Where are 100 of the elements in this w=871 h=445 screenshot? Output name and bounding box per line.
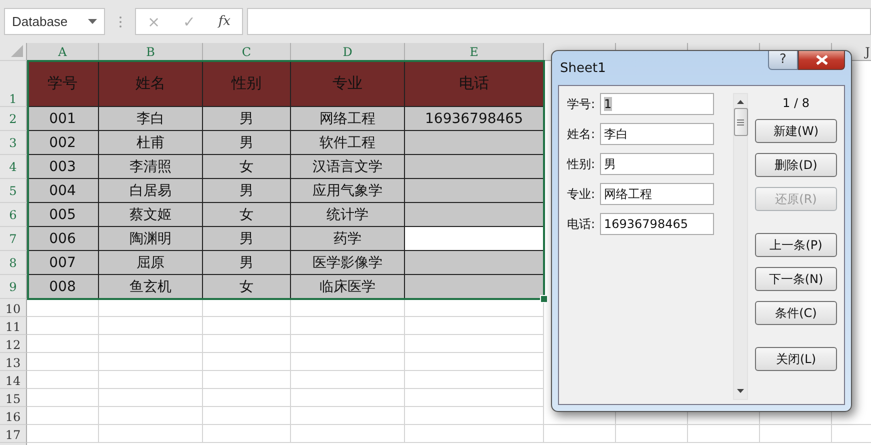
table-cell: 006: [27, 227, 99, 251]
row-header[interactable]: 17: [0, 425, 27, 443]
select-all-icon[interactable]: [11, 45, 23, 57]
row-header[interactable]: 1: [0, 61, 27, 107]
row-header[interactable]: 3: [0, 131, 27, 155]
column-header[interactable]: A: [27, 43, 99, 61]
column-header[interactable]: B: [99, 43, 203, 61]
input-field[interactable]: 16936798465: [600, 213, 714, 235]
row-header[interactable]: 14: [0, 371, 27, 389]
column-header[interactable]: C: [203, 43, 291, 61]
row-header[interactable]: 10: [0, 299, 27, 317]
field-label: 专业:: [567, 186, 596, 202]
grid-cell[interactable]: [27, 371, 99, 389]
close-icon: [816, 55, 828, 65]
grid-cell[interactable]: [99, 317, 203, 335]
grid-cell[interactable]: [27, 389, 99, 407]
table-cell: 统计学: [291, 203, 405, 227]
grid-cell[interactable]: [27, 353, 99, 371]
grid-cell[interactable]: [99, 425, 203, 443]
table-cell: 004: [27, 179, 99, 203]
dialog-button[interactable]: 删除(D): [755, 153, 837, 177]
grid-cell[interactable]: [291, 371, 405, 389]
table-cell: 男: [203, 179, 291, 203]
grid-cell[interactable]: [27, 335, 99, 353]
row-header[interactable]: 5: [0, 179, 27, 203]
grid-cell[interactable]: [405, 371, 544, 389]
input-field[interactable]: 网络工程: [600, 183, 714, 205]
input-field[interactable]: 李白: [600, 123, 714, 145]
input-field[interactable]: 1: [600, 93, 714, 115]
row-header[interactable]: 7: [0, 227, 27, 251]
table-cell: 007: [27, 251, 99, 275]
column-header[interactable]: D: [291, 43, 405, 61]
grid-cell[interactable]: [291, 425, 405, 443]
grid-cell[interactable]: [203, 389, 291, 407]
table-cell: 软件工程: [291, 131, 405, 155]
header-cell: 电话: [405, 61, 544, 107]
row-header[interactable]: 16: [0, 407, 27, 425]
grid-cell[interactable]: [203, 371, 291, 389]
input-field[interactable]: 男: [600, 153, 714, 175]
dialog-button[interactable]: 上一条(P): [755, 233, 837, 257]
grid-cell[interactable]: [760, 425, 832, 443]
grid-cell[interactable]: [688, 425, 760, 443]
grid-cell[interactable]: [27, 299, 99, 317]
grid-cell[interactable]: [291, 335, 405, 353]
scroll-thumb[interactable]: [734, 108, 748, 136]
row-header[interactable]: 2: [0, 107, 27, 131]
dialog-button[interactable]: 关闭(L): [755, 347, 837, 371]
grid-cell[interactable]: [27, 317, 99, 335]
grid-cell[interactable]: [203, 407, 291, 425]
dialog-button[interactable]: 条件(C): [755, 301, 837, 325]
grid-cell[interactable]: [203, 317, 291, 335]
grid-cell[interactable]: [99, 353, 203, 371]
row-header[interactable]: 4: [0, 155, 27, 179]
row-header[interactable]: 8: [0, 251, 27, 275]
scroll-down-icon: [737, 389, 744, 393]
grid-cell[interactable]: [203, 335, 291, 353]
insert-function-button[interactable]: fx: [218, 14, 231, 29]
formula-field[interactable]: [247, 8, 871, 35]
grid-cell[interactable]: [405, 389, 544, 407]
table-cell: 男: [203, 107, 291, 131]
grid-cell[interactable]: [99, 389, 203, 407]
grid-cell[interactable]: [27, 407, 99, 425]
grid-cell[interactable]: [405, 425, 544, 443]
grid-cell[interactable]: [405, 317, 544, 335]
column-header[interactable]: E: [405, 43, 544, 61]
grid-cell[interactable]: [291, 353, 405, 371]
grid-cell[interactable]: [291, 407, 405, 425]
grid-cell[interactable]: [291, 389, 405, 407]
close-button[interactable]: [798, 51, 845, 70]
grid-cell[interactable]: [291, 317, 405, 335]
row-header[interactable]: 9: [0, 275, 27, 299]
table-cell: 鱼玄机: [99, 275, 203, 299]
grid-cell[interactable]: [405, 335, 544, 353]
grid-cell[interactable]: [405, 407, 544, 425]
table-cell: 白居易: [99, 179, 203, 203]
grid-cell[interactable]: [405, 353, 544, 371]
table-cell: 女: [203, 155, 291, 179]
grid-cell[interactable]: [544, 425, 616, 443]
help-button[interactable]: ?: [768, 51, 798, 70]
scrollbar[interactable]: [733, 93, 748, 400]
row-header[interactable]: 6: [0, 203, 27, 227]
name-box[interactable]: Database: [4, 8, 105, 35]
dialog-button[interactable]: 新建(W): [755, 119, 837, 143]
grid-cell[interactable]: [616, 425, 688, 443]
row-header[interactable]: 12: [0, 335, 27, 353]
row-header[interactable]: 11: [0, 317, 27, 335]
row-header[interactable]: 15: [0, 389, 27, 407]
grid-cell[interactable]: [203, 353, 291, 371]
dialog-button[interactable]: 下一条(N): [755, 267, 837, 291]
grid-cell[interactable]: [99, 407, 203, 425]
window-title: Sheet1: [560, 61, 606, 76]
grid-cell[interactable]: [99, 299, 203, 317]
grid-cell[interactable]: [99, 371, 203, 389]
grid-cell[interactable]: [203, 425, 291, 443]
table-cell: 男: [203, 227, 291, 251]
grid-cell[interactable]: [99, 335, 203, 353]
grid-cell[interactable]: [27, 425, 99, 443]
grid-cell[interactable]: [291, 299, 405, 317]
row-header[interactable]: 13: [0, 353, 27, 371]
grid-cell[interactable]: [203, 299, 291, 317]
